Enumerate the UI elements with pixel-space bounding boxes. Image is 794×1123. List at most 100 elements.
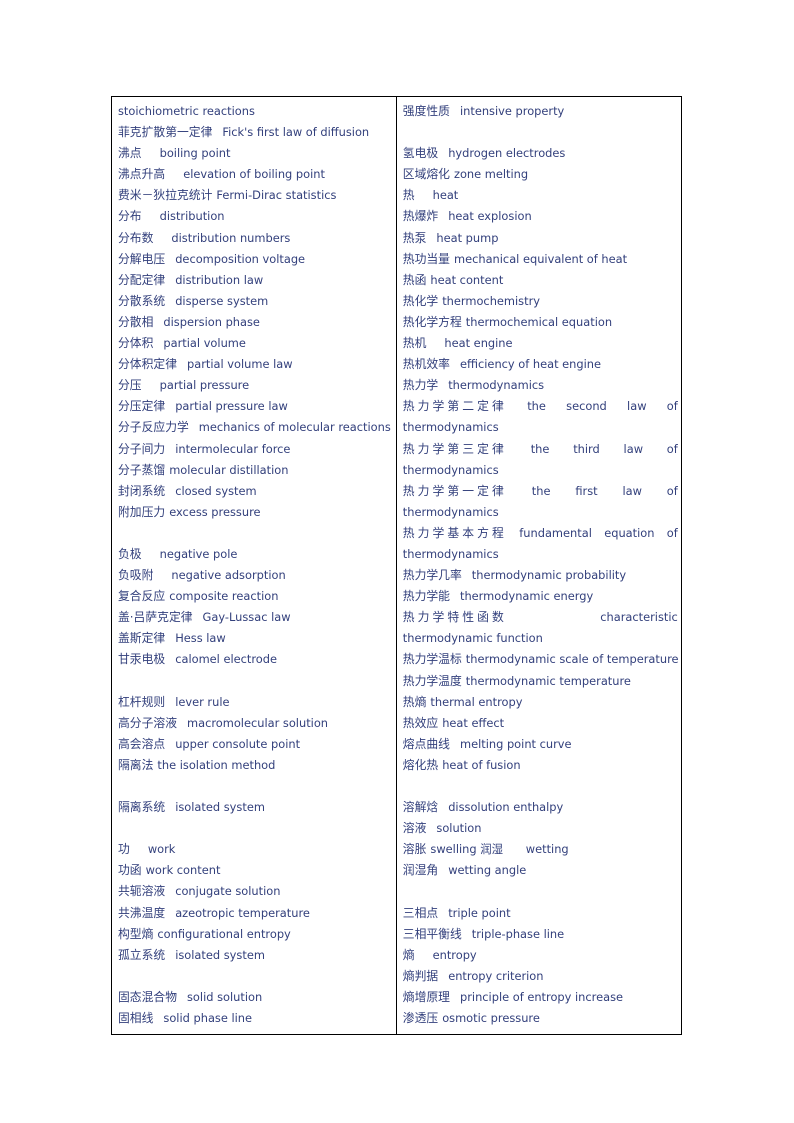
term-english: closed system xyxy=(175,483,257,498)
glossary-entry: 隔离法 the isolation method xyxy=(118,755,391,776)
term-english: principle of entropy increase xyxy=(459,989,624,1004)
glossary-entry: 热力学基本方程 fundamental equation of thermody… xyxy=(403,523,678,565)
glossary-entry: 热功当量 mechanical equivalent of heat xyxy=(403,249,678,270)
term-english: isolated system xyxy=(175,800,265,815)
glossary-entry: 孤立系统 isolated system xyxy=(118,945,391,966)
term-chinese: 热 xyxy=(402,188,415,203)
term-english: thermodynamic temperature xyxy=(465,673,631,688)
glossary-entry: 封闭系统 closed system xyxy=(118,481,391,502)
term-chinese: 固态混合物 xyxy=(118,989,177,1004)
term-english: thermodynamics xyxy=(448,378,545,393)
glossary-entry: 热力学特性函数 characteristic thermodynamic fun… xyxy=(403,607,678,649)
document-page: stoichiometric reactions 菲克扩散第一定律 Fick's f… xyxy=(0,0,794,1123)
glossary-entry: 共沸温度 azeotropic temperature xyxy=(118,903,391,924)
term-chinese: 分布 xyxy=(118,209,142,224)
glossary-entry: 沸点升高 elevation of boiling point xyxy=(118,164,391,185)
glossary-entry: stoichiometric reactions xyxy=(118,101,391,122)
glossary-entry: 热力学几率 thermodynamic probability xyxy=(403,565,678,586)
glossary-entry: 负极 negative pole xyxy=(118,544,391,565)
glossary-entry: 强度性质 intensive property xyxy=(403,101,678,122)
glossary-entry: 复合反应 composite reaction xyxy=(118,586,391,607)
term-chinese: 热泵 xyxy=(402,230,427,245)
glossary-entry: 热函 heat content xyxy=(403,270,678,291)
term-chinese: 热爆炸 xyxy=(402,209,439,224)
glossary-entry: 共轭溶液 conjugate solution xyxy=(118,881,391,902)
term-english: stoichiometric reactions xyxy=(118,104,255,118)
term-chinese: 热化学 xyxy=(402,293,439,308)
term-chinese: 杠杆规则 xyxy=(118,694,166,709)
term-english: lever rule xyxy=(175,694,230,709)
glossary-entry: 热爆炸 heat explosion xyxy=(403,206,678,227)
glossary-entry: 负吸附 negative adsorption xyxy=(118,565,391,586)
term-english: partial pressure law xyxy=(175,399,288,414)
glossary-entry: 分布 distribution xyxy=(118,206,391,227)
glossary-entry: 热力学第三定律 the third law of thermodynamics xyxy=(403,439,678,481)
term-english: thermal entropy xyxy=(430,694,523,709)
term-chinese: 热力学 xyxy=(402,378,439,393)
glossary-entry: 功函 work content xyxy=(118,860,391,881)
glossary-entry: 润湿角 wetting angle xyxy=(403,860,678,881)
term-english: isolated system xyxy=(175,947,265,962)
term-chinese: 强度性质 xyxy=(402,104,450,118)
glossary-entry: 分压定律 partial pressure law xyxy=(118,396,391,417)
glossary-entry: 渗透压 osmotic pressure xyxy=(403,1008,678,1029)
glossary-entry: 高会溶点 upper consolute point xyxy=(118,734,391,755)
glossary-entry: 杠杆规则 lever rule xyxy=(118,692,391,713)
glossary-entry: 热力学第二定律 the second law of thermodynamics xyxy=(403,396,678,438)
term-english: distribution numbers xyxy=(171,230,291,245)
term-chinese: 热力学几率 xyxy=(402,568,462,583)
glossary-entry: 分体积定律 partial volume law xyxy=(118,354,391,375)
term-chinese: 隔离系统 xyxy=(118,800,166,815)
glossary-entry: 热力学第一定律 the first law of thermodynamics xyxy=(403,481,678,523)
term-chinese: 隔离法 xyxy=(118,757,154,772)
term-chinese: 负极 xyxy=(118,546,142,561)
term-english: osmotic pressure xyxy=(442,1011,540,1026)
term-chinese: 分子反应力学 xyxy=(118,420,189,435)
glossary-entry: 热力学温度 thermodynamic temperature xyxy=(403,671,678,692)
glossary-entry: 热效应 heat effect xyxy=(403,713,678,734)
term-chinese: 热力学基本方程 xyxy=(402,525,507,540)
term-english: heat pump xyxy=(436,230,499,245)
term-english: work xyxy=(147,842,176,857)
glossary-entry: 热力学 thermodynamics xyxy=(403,375,678,396)
glossary-entry: 热 heat xyxy=(403,185,678,206)
term-chinese: 分配定律 xyxy=(118,272,166,287)
term-english: Fick's first law of diffusion xyxy=(222,125,370,140)
term-english: mechanical equivalent of heat xyxy=(453,251,628,266)
term-english: thermodynamic probability xyxy=(471,568,627,583)
term-english: heat content xyxy=(430,272,504,287)
term-chinese: 热效应 xyxy=(402,715,439,730)
glossary-entry: 分配定律 distribution law xyxy=(118,270,391,291)
glossary-entry: 高分子溶液 macromolecular solution xyxy=(118,713,391,734)
term-english: calomel electrode xyxy=(175,652,278,667)
term-english: elevation of boiling point xyxy=(183,167,325,182)
term-chinese: 菲克扩散第一定律 xyxy=(118,125,213,140)
term-chinese: 渗透压 xyxy=(402,1011,439,1026)
term-chinese: 热力学第二定律 xyxy=(402,399,507,414)
glossary-entry: 溶解焓 dissolution enthalpy xyxy=(403,797,678,818)
glossary-entry: 附加压力 excess pressure xyxy=(118,502,391,523)
term-english: configurational entropy xyxy=(157,926,291,941)
term-chinese: 共沸温度 xyxy=(118,905,166,920)
term-english: triple-phase line xyxy=(471,926,565,941)
glossary-entry: 分子间力 intermolecular force xyxy=(118,439,391,460)
glossary-entry: 三相平衡线 triple-phase line xyxy=(403,924,678,945)
term-english: partial volume xyxy=(163,336,246,351)
term-chinese: 甘汞电极 xyxy=(118,652,166,667)
glossary-entry: 氢电极 hydrogen electrodes xyxy=(403,143,678,164)
term-chinese: 热力学温标 xyxy=(402,652,462,667)
glossary-entry: 分体积 partial volume xyxy=(118,333,391,354)
term-chinese: 热力学能 xyxy=(402,589,450,604)
glossary-entry: 热力学能 thermodynamic energy xyxy=(403,586,678,607)
term-chinese: 热函 xyxy=(402,272,427,287)
term-chinese: 封闭系统 xyxy=(118,483,166,498)
term-english: solution xyxy=(436,821,482,836)
term-english: melting point curve xyxy=(459,736,572,751)
glossary-entry: 热化学 thermochemistry xyxy=(403,291,678,312)
term-english: dispersion phase xyxy=(163,314,260,329)
glossary-entry: 盖斯定律 Hess law xyxy=(118,628,391,649)
glossary-entry: 分解电压 decomposition voltage xyxy=(118,249,391,270)
term-english: negative pole xyxy=(159,546,238,561)
glossary-entry: 热机效率 efficiency of heat engine xyxy=(403,354,678,375)
term-english: partial pressure xyxy=(159,378,250,393)
